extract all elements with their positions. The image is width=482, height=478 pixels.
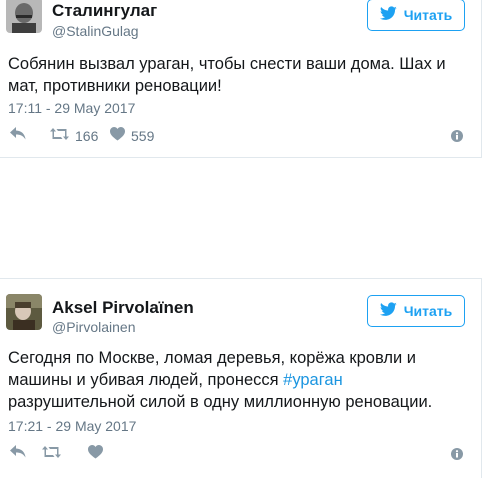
retweet-button[interactable] [42, 445, 61, 462]
author-name[interactable]: Сталингулаг [52, 1, 157, 21]
tweet-card: Сталингулаг @StalinGulag Читать Собянин … [0, 0, 482, 158]
tweet-actions [8, 445, 467, 465]
follow-button[interactable]: Читать [367, 0, 465, 31]
reply-button[interactable] [10, 445, 26, 462]
twitter-bird-icon [379, 6, 397, 24]
tweet-text: Собянин вызвал ураган, чтобы снести ваши… [8, 55, 446, 95]
avatar[interactable] [6, 294, 42, 330]
info-icon[interactable] [451, 447, 463, 465]
follow-button[interactable]: Читать [367, 295, 465, 327]
tweet-timestamp[interactable]: 17:21 - 29 May 2017 [8, 418, 136, 434]
retweet-button[interactable]: 166 [50, 127, 98, 144]
avatar[interactable] [6, 0, 42, 33]
hashtag-link[interactable]: #ураган [283, 371, 343, 389]
info-icon[interactable] [451, 129, 463, 147]
retweet-count: 166 [75, 127, 99, 144]
heart-icon [110, 127, 125, 144]
tweet-timestamp[interactable]: 17:11 - 29 May 2017 [8, 100, 135, 116]
reply-button[interactable] [10, 127, 26, 144]
reply-icon [10, 445, 26, 462]
author-name[interactable]: Aksel Pirvolaïnen [52, 298, 194, 318]
follow-label: Читать [403, 303, 453, 319]
tweet-actions: 166 559 [8, 127, 467, 147]
like-button[interactable]: 559 [110, 127, 154, 144]
like-button[interactable] [88, 445, 103, 462]
tweet-card: Aksel Pirvolaïnen @Pirvolainen Читать Се… [0, 278, 482, 478]
follow-label: Читать [403, 7, 453, 23]
heart-icon [88, 445, 103, 462]
tweet-text: Сегодня по Москве, ломая деревья, корёжа… [8, 347, 467, 413]
author-handle[interactable]: @StalinGulag [52, 23, 139, 39]
like-count: 559 [131, 127, 155, 144]
reply-icon [10, 127, 26, 144]
retweet-icon [50, 127, 69, 144]
tweet-text-part: разрушительной силой в одну миллионную р… [8, 393, 433, 411]
retweet-icon [42, 445, 61, 462]
author-handle[interactable]: @Pirvolainen [52, 319, 135, 335]
twitter-bird-icon [379, 302, 397, 320]
tweet-text-part: Сегодня по Москве, ломая деревья, корёжа… [8, 349, 417, 389]
